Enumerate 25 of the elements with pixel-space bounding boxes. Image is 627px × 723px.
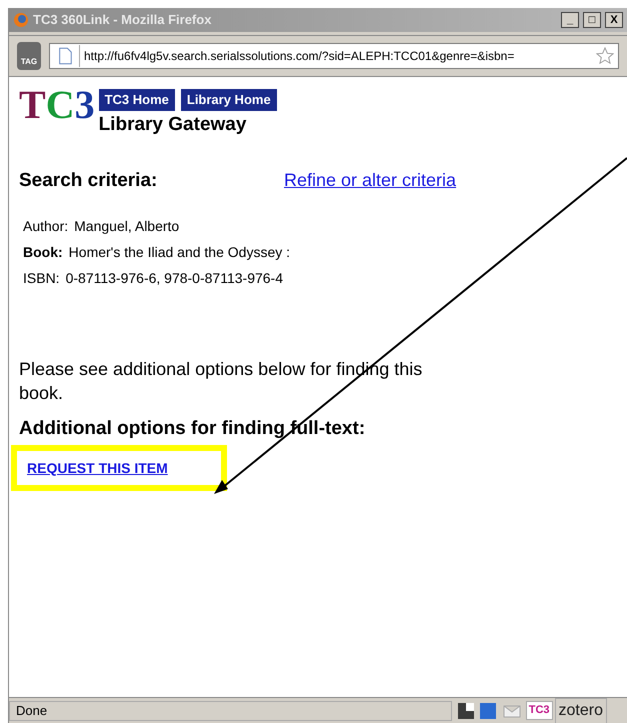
gateway-title: Library Gateway	[98, 112, 248, 136]
field-value: Manguel, Alberto	[74, 216, 180, 236]
criteria-heading: Search criteria:	[19, 169, 158, 193]
url-text: http://fu6fv4lg5v.search.serialssolutions.com/?sid=ALEPH:TCC01&genre=&isbn=	[83, 48, 516, 65]
field-label: ISBN:	[23, 268, 60, 288]
globe-icon	[13, 12, 29, 28]
window-control[interactable]: X	[605, 12, 623, 28]
zotero-button[interactable]: zotero	[554, 698, 607, 723]
window-control[interactable]: □	[583, 12, 601, 28]
nav-link[interactable]: TC3 Home	[98, 89, 175, 110]
address-bar[interactable]: http://fu6fv4lg5v.search.serialssolutions.com/?sid=ALEPH:TCC01&genre=&isbn=	[49, 43, 619, 69]
nav-link[interactable]: Library Home	[180, 89, 277, 110]
field-value: Homer's the Iliad and the Odyssey :	[68, 242, 290, 262]
tag-icon[interactable]: TAG	[17, 42, 41, 70]
tc3-badge[interactable]: TC3	[526, 701, 553, 720]
field-value: 0-87113-976-6, 978-0-87113-976-4	[66, 268, 283, 288]
window-title: TC3 360Link - Mozilla Firefox	[33, 11, 212, 30]
window-control[interactable]: _	[561, 12, 579, 28]
request-link[interactable]: REQUEST THIS ITEM	[27, 458, 168, 478]
star-icon[interactable]	[596, 47, 614, 65]
field-label: Author:	[23, 216, 68, 236]
logo: TC3	[19, 85, 95, 125]
field-label: Book:	[23, 242, 63, 262]
refine-link[interactable]: Refine or alter criteria	[284, 167, 456, 194]
status-text: Done	[9, 700, 452, 720]
